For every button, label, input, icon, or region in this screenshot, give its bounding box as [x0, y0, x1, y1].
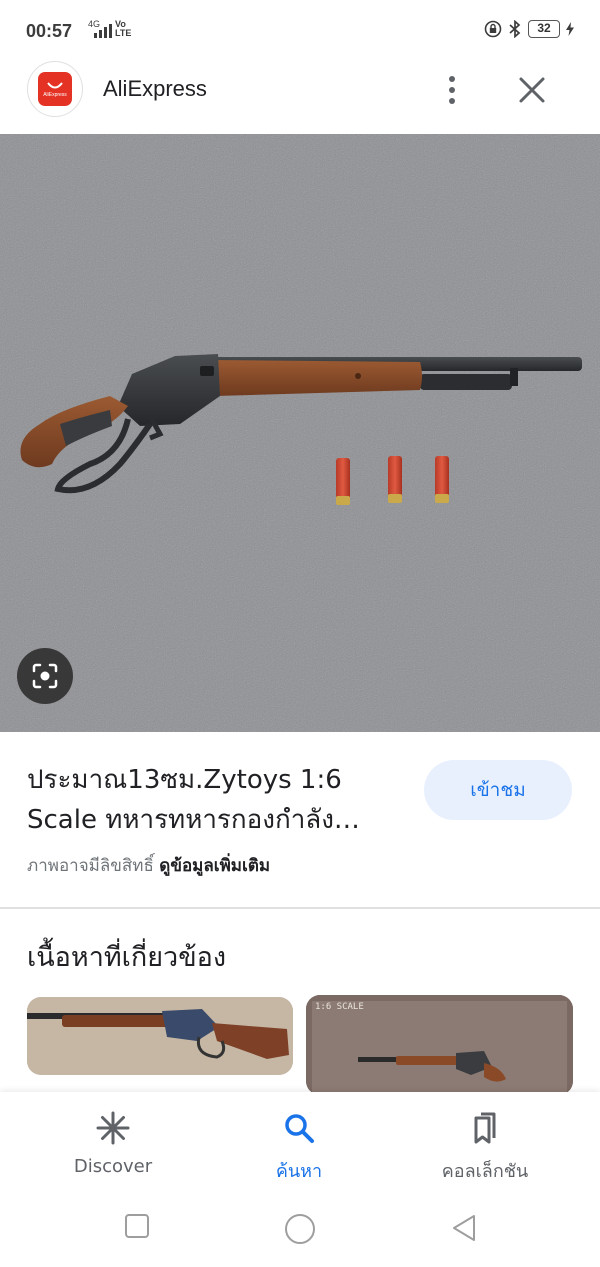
- visit-button[interactable]: เข้าชม: [424, 760, 572, 820]
- shotgun-photo: [0, 134, 600, 732]
- signal-icon: [94, 24, 112, 38]
- nav-collections[interactable]: คอลเล็กชัน: [405, 1092, 565, 1188]
- nav-discover-label: Discover: [73, 1156, 153, 1177]
- lens-icon: [32, 663, 58, 689]
- home-icon[interactable]: [284, 1213, 316, 1245]
- related-rifle-photo: [27, 997, 293, 1075]
- close-icon[interactable]: [512, 70, 552, 110]
- product-title[interactable]: ประมาณ13ซม.Zytoys 1:6 Scale ทหารทหารกองก…: [27, 760, 397, 840]
- scale-tag: 1:6 SCALE: [315, 1002, 364, 1012]
- app-title: AliExpress: [103, 76, 207, 101]
- system-nav: [0, 1188, 600, 1267]
- asterisk-icon: [96, 1111, 130, 1145]
- logo-text: AliExpress: [43, 91, 67, 98]
- smile-icon: [47, 81, 63, 88]
- charging-icon: [566, 22, 574, 36]
- product-info: ประมาณ13ซม.Zytoys 1:6 Scale ทหารทหารกองก…: [0, 732, 600, 908]
- search-icon: [285, 1114, 314, 1143]
- related-thumbnail-2[interactable]: 1:6 SCALE: [306, 995, 573, 1095]
- status-right: 32: [484, 20, 574, 38]
- battery-level: 32: [528, 20, 560, 38]
- status-time: 00:57: [26, 21, 73, 41]
- more-dot-icon: [449, 76, 455, 82]
- related-thumbnail-1[interactable]: [27, 997, 293, 1075]
- back-icon[interactable]: [450, 1213, 478, 1243]
- section-divider: [0, 907, 600, 909]
- recent-apps-icon[interactable]: [124, 1213, 150, 1239]
- copyright-text: ภาพอาจมีลิขสิทธิ์: [27, 856, 154, 876]
- lens-search-button[interactable]: [17, 648, 73, 704]
- bluetooth-icon: [509, 20, 521, 38]
- more-info-link[interactable]: ดูข้อมูลเพิ่มเติม: [159, 856, 270, 876]
- nav-discover[interactable]: Discover: [33, 1092, 193, 1188]
- more-dot-icon: [449, 98, 455, 104]
- status-bar: 00:57 4G Vo LTE 32: [0, 0, 600, 58]
- aliexpress-logo-icon: AliExpress: [38, 72, 72, 106]
- more-options-button[interactable]: [440, 72, 464, 108]
- product-image[interactable]: [0, 134, 600, 732]
- lock-rotation-icon: [484, 20, 502, 38]
- related-heading: เนื้อหาที่เกี่ยวข้อง: [27, 942, 227, 973]
- nav-collections-label: คอลเล็กชัน: [441, 1161, 529, 1182]
- app-header: AliExpress AliExpress: [0, 58, 600, 134]
- app-logo: AliExpress: [27, 61, 83, 117]
- nav-search-label: ค้นหา: [275, 1161, 323, 1182]
- volte-indicator: Vo LTE: [115, 19, 132, 38]
- bottom-nav: Discover ค้นหา คอลเล็กชัน: [0, 1092, 600, 1188]
- bookmarks-icon: [474, 1112, 496, 1144]
- copyright-note: ภาพอาจมีลิขสิทธิ์ ดูข้อมูลเพิ่มเติม: [27, 852, 270, 879]
- more-dot-icon: [449, 87, 455, 93]
- nav-search[interactable]: ค้นหา: [219, 1092, 379, 1188]
